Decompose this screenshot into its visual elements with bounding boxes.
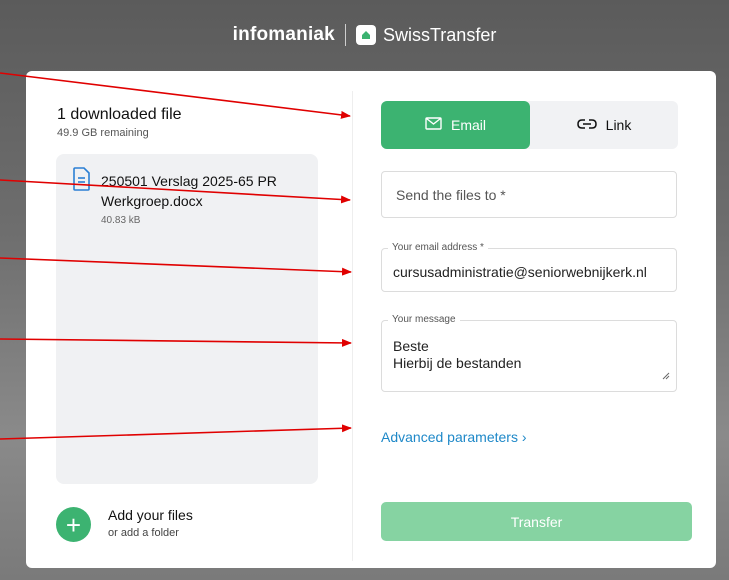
annotation-arrow	[0, 72, 351, 119]
annotation-arrow	[0, 257, 352, 276]
annotation-arrow	[0, 338, 352, 347]
annotation-arrow	[0, 179, 351, 204]
annotation-arrow	[0, 424, 352, 440]
annotation-arrows	[0, 72, 352, 440]
